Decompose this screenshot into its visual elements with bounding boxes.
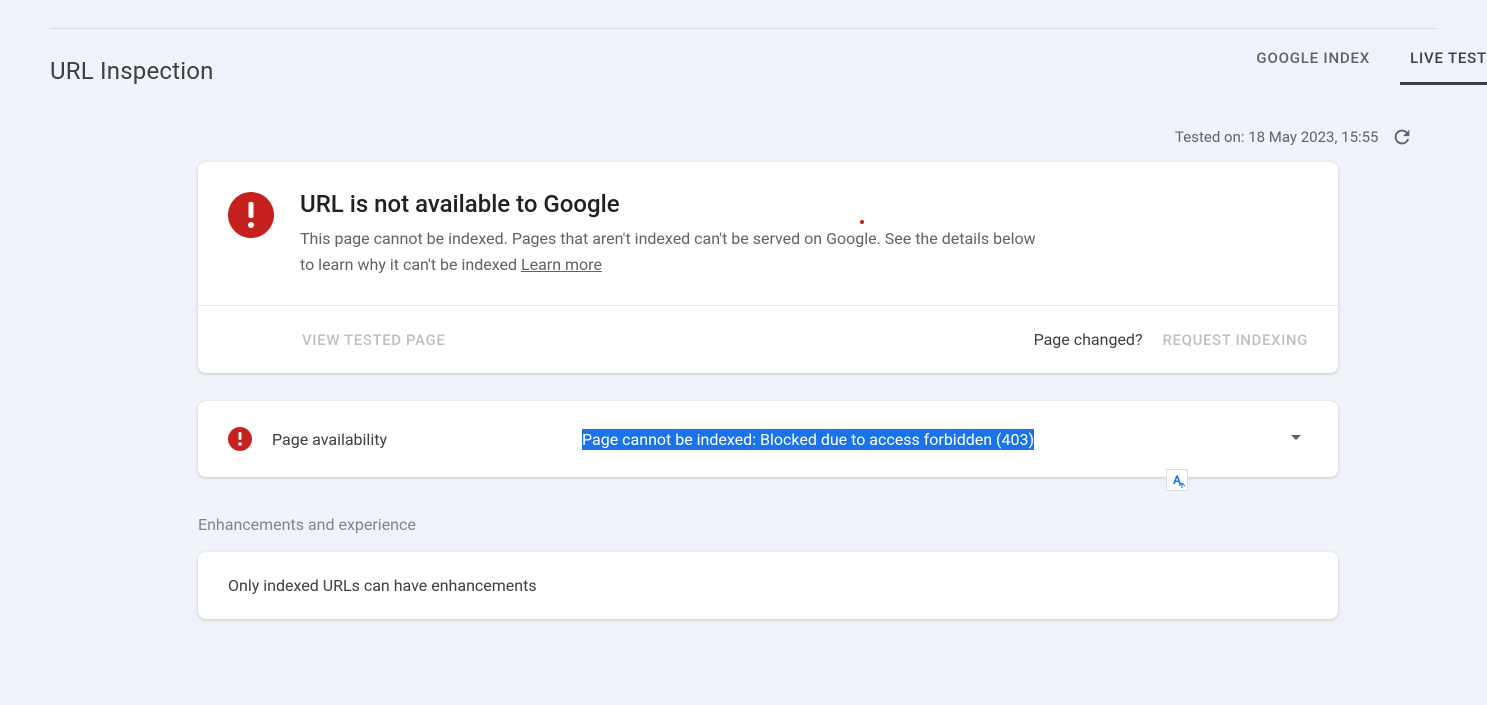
status-title: URL is not available to Google — [300, 190, 1040, 218]
request-indexing-button: REQUEST INDEXING — [1163, 331, 1308, 349]
tested-timestamp: Tested on: 18 May 2023, 15:55 — [1175, 128, 1378, 146]
chevron-down-icon[interactable] — [1284, 425, 1308, 453]
status-description: This page cannot be indexed. Pages that … — [300, 226, 1040, 277]
error-icon — [228, 192, 274, 238]
tabs: GOOGLE INDEX LIVE TEST — [1256, 49, 1487, 85]
refresh-icon[interactable] — [1391, 126, 1413, 148]
translate-icon[interactable]: A — [1166, 469, 1188, 491]
tested-timestamp-row: Tested on: 18 May 2023, 15:55 — [75, 126, 1413, 148]
red-dot-indicator — [860, 220, 864, 224]
enhancements-card: Only indexed URLs can have enhancements — [198, 552, 1338, 619]
enhancements-section-label: Enhancements and experience — [198, 515, 1338, 534]
page-availability-card[interactable]: Page availability Page cannot be indexed… — [198, 401, 1338, 477]
status-card: URL is not available to Google This page… — [198, 162, 1338, 373]
tab-live-test[interactable]: LIVE TEST — [1410, 49, 1487, 85]
page-title: URL Inspection — [50, 57, 214, 85]
view-tested-page-button: VIEW TESTED PAGE — [302, 331, 445, 349]
page-changed-label: Page changed? — [1034, 330, 1143, 349]
status-text: URL is not available to Google This page… — [300, 190, 1040, 277]
enhancements-message: Only indexed URLs can have enhancements — [228, 576, 537, 595]
header: URL Inspection GOOGLE INDEX LIVE TEST — [0, 29, 1487, 86]
page-availability-status: Page cannot be indexed: Blocked due to a… — [582, 429, 1034, 450]
learn-more-link[interactable]: Learn more — [521, 255, 602, 274]
main-content: URL is not available to Google This page… — [198, 162, 1338, 619]
main-status-row: URL is not available to Google This page… — [198, 162, 1338, 306]
error-icon — [228, 427, 252, 451]
tab-google-index[interactable]: GOOGLE INDEX — [1256, 49, 1370, 85]
actions-right: Page changed? REQUEST INDEXING — [1034, 330, 1308, 349]
status-desc-text: This page cannot be indexed. Pages that … — [300, 229, 1036, 274]
actions-row: VIEW TESTED PAGE Page changed? REQUEST I… — [198, 306, 1338, 373]
page-availability-label: Page availability — [272, 430, 562, 449]
